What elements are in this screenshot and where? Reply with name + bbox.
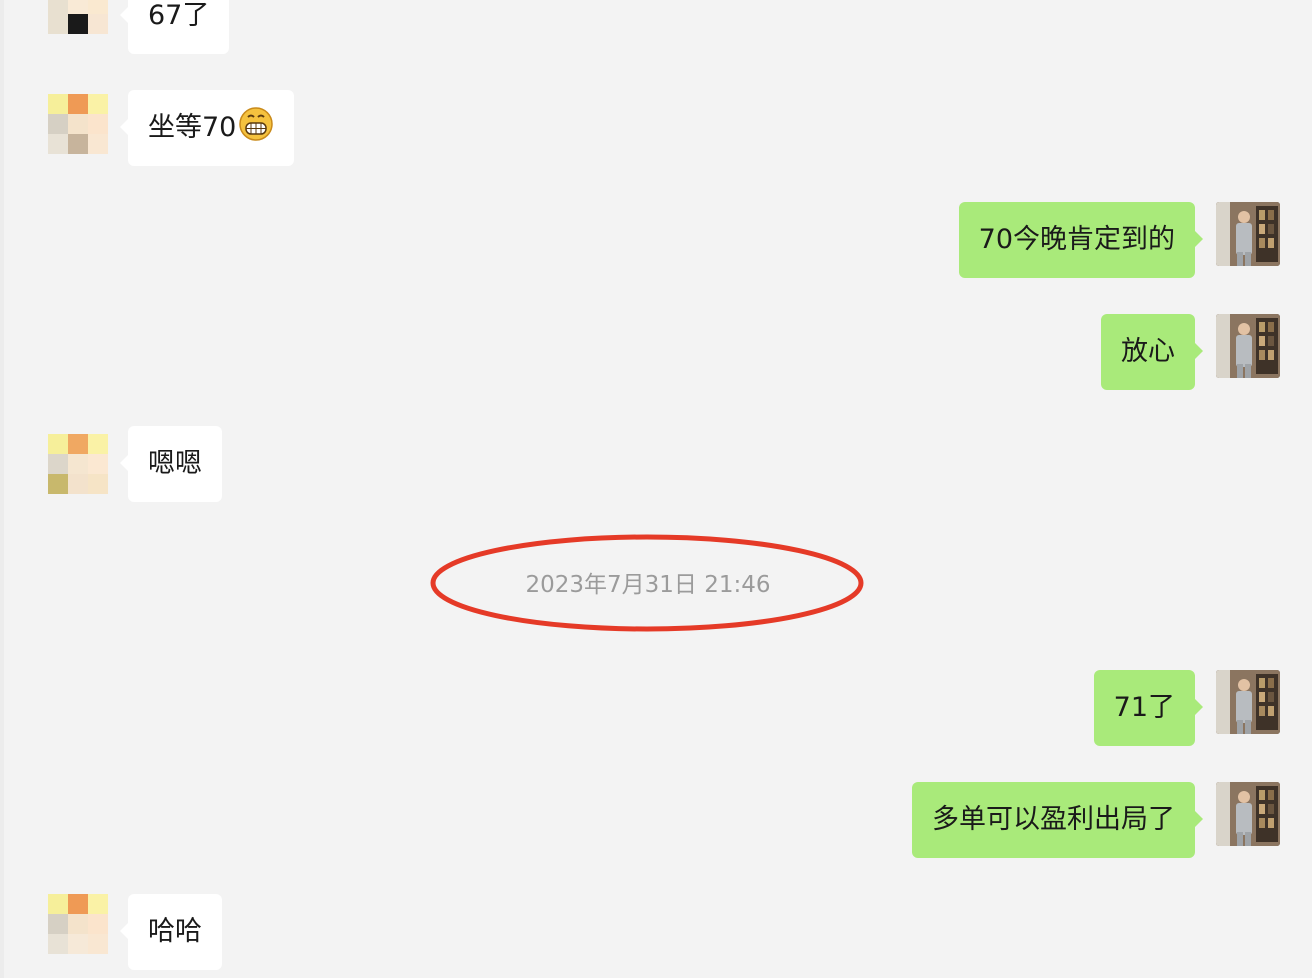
person-photo-icon xyxy=(1216,782,1280,846)
person-photo-icon xyxy=(1216,670,1280,734)
person-photo-icon xyxy=(1216,202,1280,266)
message-bubble-incoming[interactable]: 哈哈 xyxy=(120,894,222,970)
person-photo-icon xyxy=(1216,314,1280,378)
message-bubble-incoming[interactable]: 坐等70 xyxy=(119,90,295,166)
red-highlight-circle xyxy=(430,534,864,632)
contact-avatar[interactable] xyxy=(48,894,108,954)
message-text: 坐等70 xyxy=(148,112,237,143)
contact-avatar[interactable] xyxy=(48,0,108,34)
contact-avatar[interactable] xyxy=(48,434,108,494)
chat-message-area[interactable]: 67了 坐等70 70今晚肯定到的 放心 嗯嗯 2023年7月31日 21:46… xyxy=(0,0,1312,978)
my-avatar[interactable] xyxy=(1216,314,1280,378)
my-avatar[interactable] xyxy=(1216,202,1280,266)
contact-avatar[interactable] xyxy=(48,94,108,154)
my-avatar[interactable] xyxy=(1216,782,1280,846)
message-bubble-outgoing[interactable]: 71了 xyxy=(1093,670,1204,746)
message-bubble-outgoing[interactable]: 放心 xyxy=(1101,314,1203,390)
my-avatar[interactable] xyxy=(1216,670,1280,734)
grinning-face-emoji-icon xyxy=(239,107,274,141)
message-bubble-outgoing[interactable]: 70今晚肯定到的 xyxy=(958,202,1204,278)
message-bubble-incoming[interactable]: 67了 xyxy=(119,0,230,54)
message-bubble-incoming[interactable]: 嗯嗯 xyxy=(120,426,222,502)
message-bubble-outgoing[interactable]: 多单可以盈利出局了 xyxy=(912,782,1203,858)
left-border xyxy=(0,0,4,978)
